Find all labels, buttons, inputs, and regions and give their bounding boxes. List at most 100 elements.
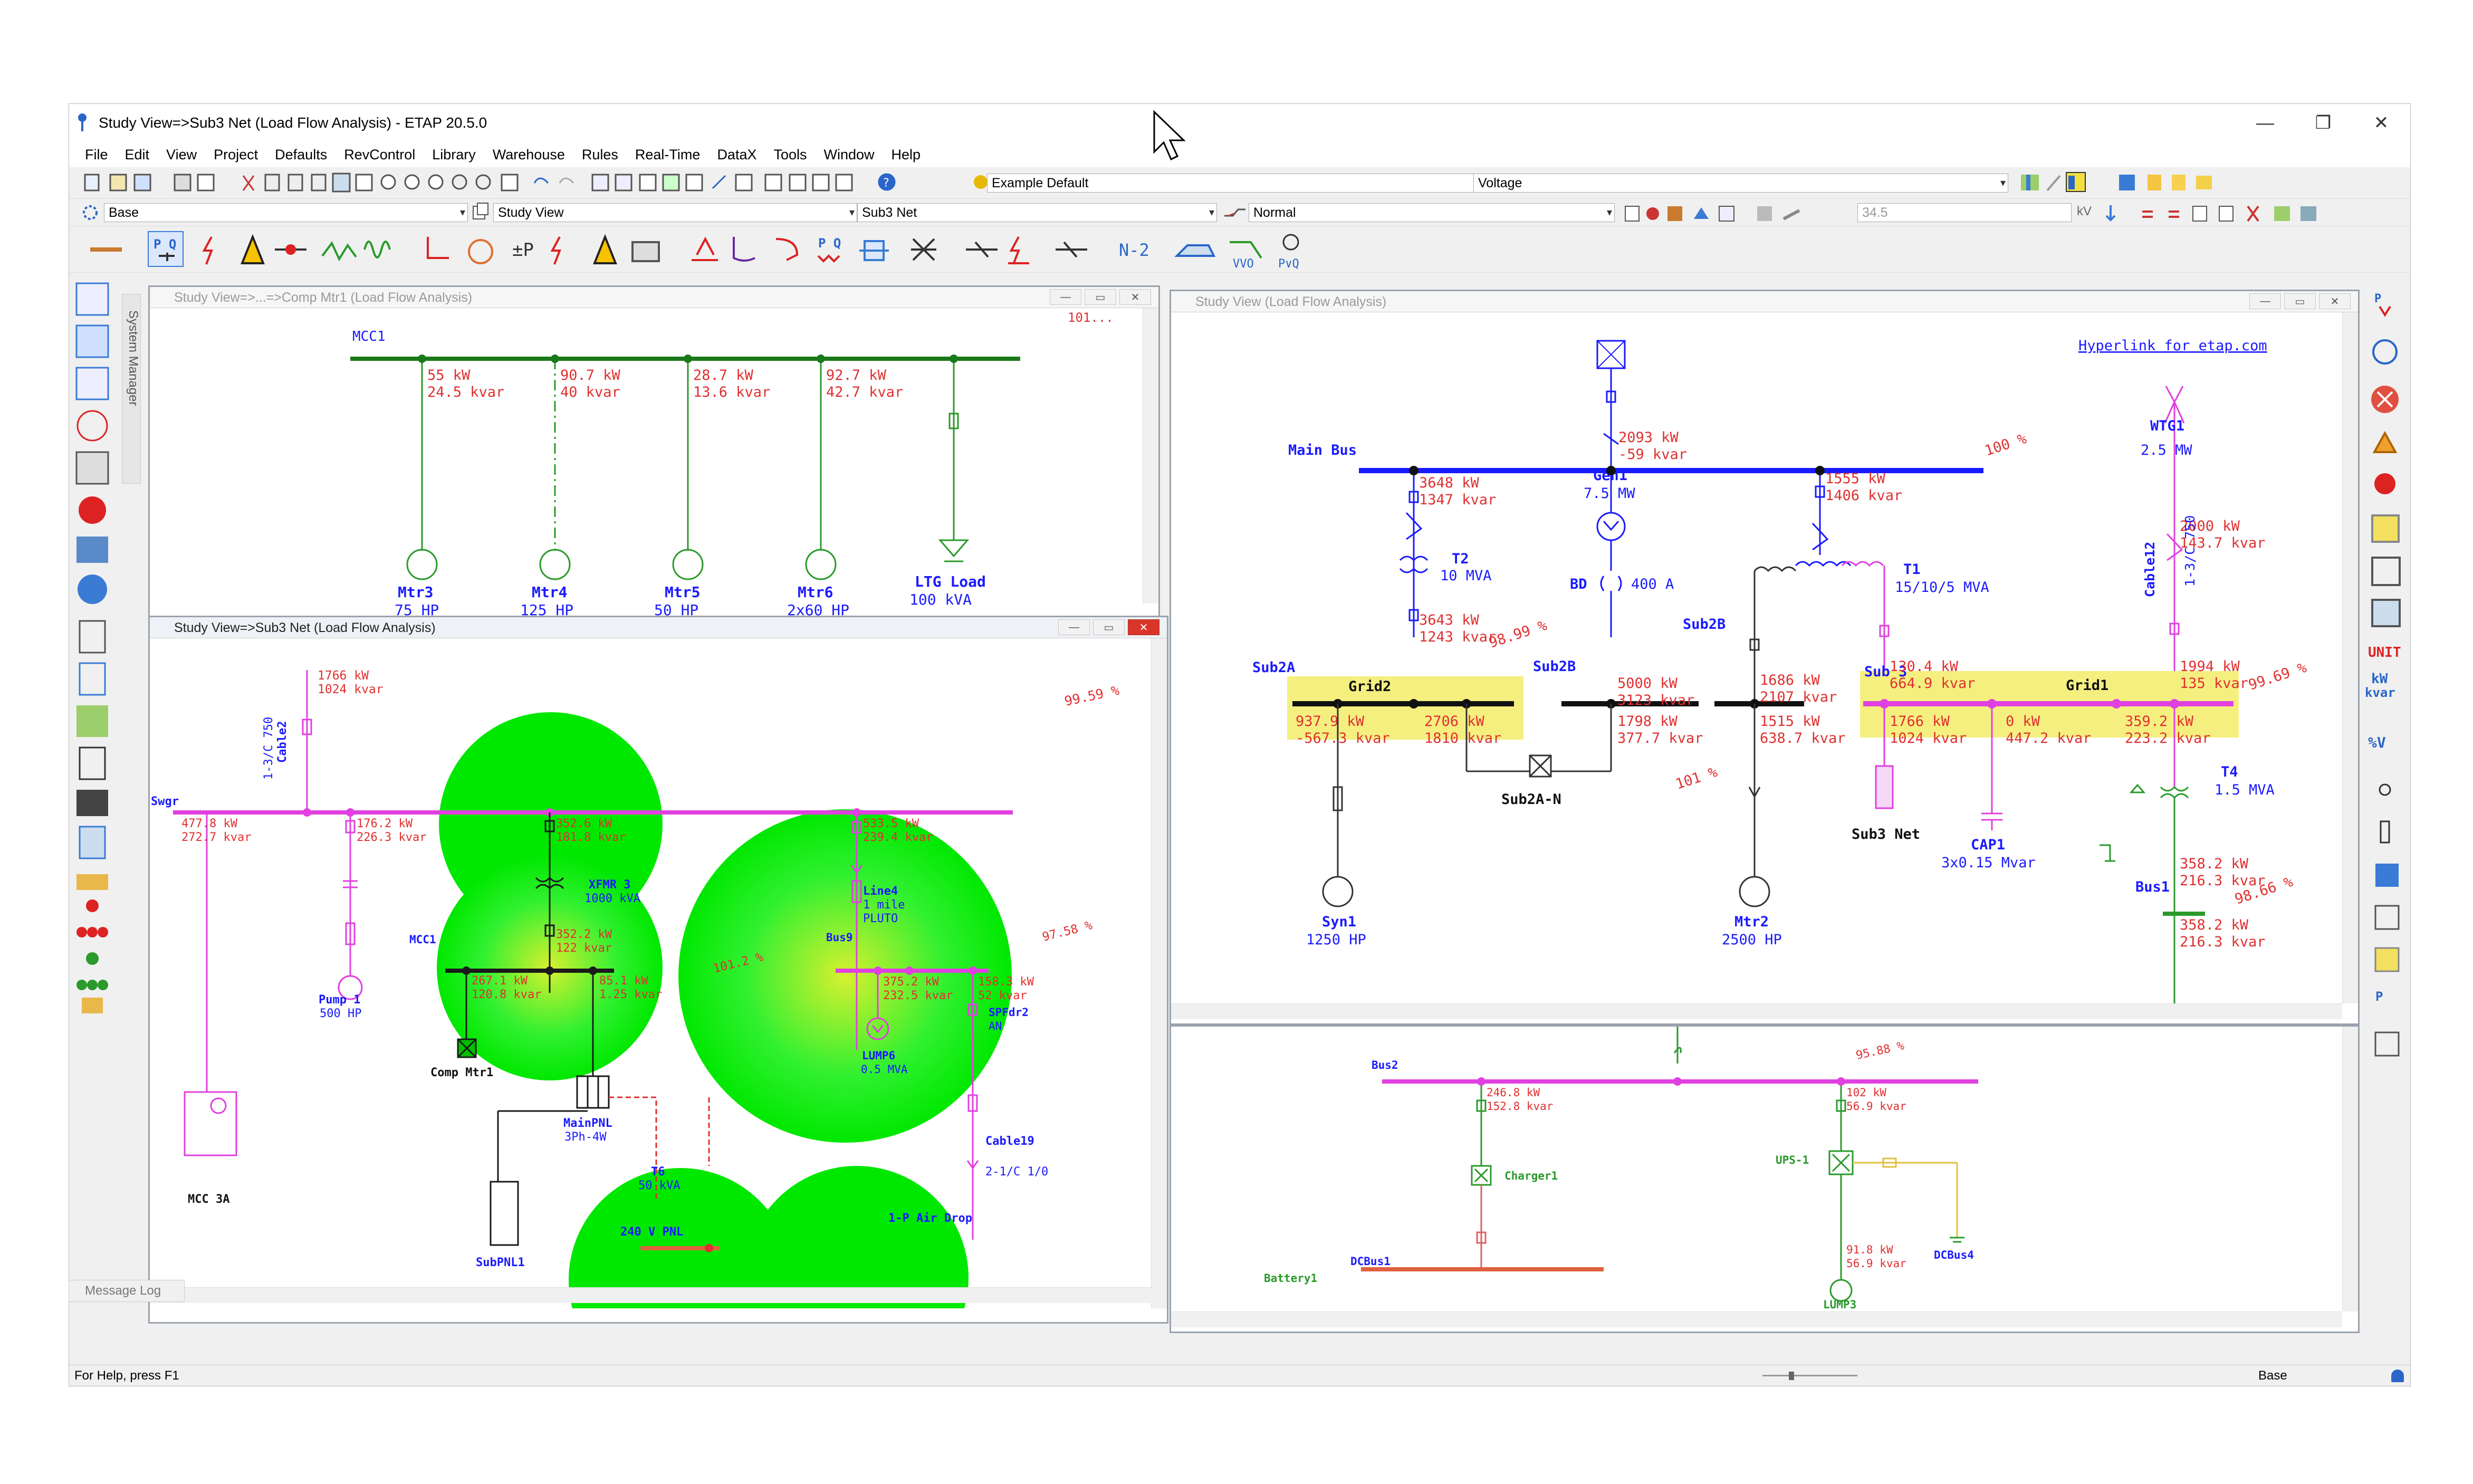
etap-window: Study View=>Sub3 Net (Load Flow Analysis… [69,103,2411,1386]
main-study-vscroll[interactable] [2342,312,2358,1003]
bus1-name: Bus1 [2135,879,2170,895]
sub2b-right-kw1: 1686 kW [1760,672,1820,688]
menu-tools[interactable]: Tools [773,147,807,163]
menu-rules[interactable]: Rules [582,147,618,163]
mcc3a-label: MCC 3A [188,1193,229,1206]
config-combo[interactable]: Normal ▾ [1249,203,1615,222]
standard-toolbar-icons[interactable]: ? [80,167,1071,199]
cable19-name: Cable19 [985,1135,1034,1148]
svg-text:P Q: P Q [154,237,176,252]
comp-mtr1-window-title[interactable]: Study View=>...=>Comp Mtr1 (Load Flow An… [150,287,1158,308]
swgr-flow3-kw: 352.6 kW [556,817,612,830]
comp-mtr1-maximize-button[interactable]: ▭ [1085,289,1116,305]
comp-mtr1-top-voltage: 101... [1068,310,1114,325]
comp-mtr1-vscroll[interactable] [1143,308,1158,604]
menu-realtime[interactable]: Real-Time [635,147,701,163]
presentation-combo[interactable]: Base ▾ [104,203,468,222]
dc-vscroll[interactable] [2342,1027,2358,1311]
v-101-label: 101 % [1674,764,1720,793]
utility-kvar: -59 kvar [1618,446,1687,463]
t4-name: T4 [2221,764,2238,780]
menu-defaults[interactable]: Defaults [275,147,327,163]
close-button[interactable]: ✕ [2352,104,2410,142]
t1-kvar: 1406 kvar [1825,487,1902,504]
t2-lo-kw: 3643 kW [1419,612,1480,628]
dc-hscroll[interactable] [1171,1311,2342,1327]
comp-mtr1-window[interactable]: Study View=>...=>Comp Mtr1 (Load Flow An… [148,285,1160,623]
sub3-net-window-title[interactable]: Study View=>Sub3 Net (Load Flow Analysis… [150,617,1167,638]
main-study-minimize-button[interactable]: — [2249,293,2281,309]
comp-mtr1-diagram[interactable]: 101... MCC1 55 kW 24.5 kvar 90.7 kW 40 k… [150,308,1142,623]
bus9-label: Bus9 [826,931,853,944]
sub2a-n-label: Sub2A-N [1501,791,1561,808]
minimize-button[interactable]: — [2236,104,2294,142]
t1-kw: 1555 kW [1825,471,1886,487]
library-combo[interactable]: Example Default▾ [987,174,1483,193]
main-study-maximize-button[interactable]: ▭ [2284,293,2316,309]
t2-kw: 3648 kW [1419,475,1480,491]
menu-warehouse[interactable]: Warehouse [493,147,565,163]
dc-flow2-kvar: 56.9 kvar [1846,1100,1906,1113]
notification-bell-icon[interactable] [2391,1370,2404,1382]
dc-flow1-kw: 246.8 kW [1487,1086,1540,1099]
comp-mtr1-minimize-button[interactable]: — [1050,289,1081,305]
gen1-rating: 7.5 MW [1584,485,1635,502]
dc-study-diagram[interactable]: Bus2 95.88 % 246.8 kW 152.8 kvar 102 kW … [1171,1027,2342,1311]
dcbus4-label: DCBus4 [1934,1249,1974,1261]
dc-flow2-kw: 102 kW [1846,1086,1886,1099]
t4-rating: 1.5 MVA [2215,782,2275,798]
study-mode-icons[interactable]: P Q ±P P Q N-2 VVO P∨Q [69,226,1620,273]
n2-label: N-2 [1119,240,1149,260]
mtr2-rating: 2500 HP [1722,932,1782,948]
sub3-maximize-button[interactable]: ▭ [1093,619,1125,635]
main-study-hscroll[interactable] [1171,1003,2342,1019]
pump1-name: Pump 1 [319,993,360,1007]
display-tools-icons[interactable] [2016,167,2227,199]
sub3-net-diagram[interactable]: 99.59 % 1766 kW 1024 kvar 1-3/C 750 Cabl… [150,638,1152,1308]
grid1-bot-kw1: 1766 kW [1890,713,1950,730]
wtg1-rating: 2.5 MW [2141,442,2192,458]
menu-library[interactable]: Library [432,147,476,163]
xfmr3-kvar: 122 kvar [556,942,612,955]
cable2-spec: 1-3/C 750 [262,717,275,780]
maximize-button[interactable]: ❐ [2294,104,2352,142]
sub3-hscroll[interactable] [150,1287,1152,1303]
grid1-bot-kvar2: 447.2 kvar [2006,730,2092,746]
right-sidebar-icons[interactable]: P UNIT kW kvar %V P [2364,283,2411,1338]
sub3-net-window[interactable]: Study View=>Sub3 Net (Load Flow Analysis… [148,616,1168,1324]
sub3-close-button[interactable]: ✕ [1128,619,1159,635]
swgr-flow3-kvar: 181.8 kvar [556,831,626,844]
menu-bar: File Edit View Project Defaults RevContr… [69,142,2410,167]
menu-file[interactable]: File [85,147,108,163]
network-combo[interactable]: Sub3 Net ▾ [857,203,1217,222]
sub3-vscroll[interactable] [1151,638,1167,1308]
mcc1-bus-label: MCC1 [352,329,386,344]
sub3-minimize-button[interactable]: — [1058,619,1090,635]
main-study-close-button[interactable]: ✕ [2319,293,2351,309]
menu-window[interactable]: Window [824,147,875,163]
kv-input[interactable]: 34.5 [1857,203,2072,222]
system-manager-tab[interactable]: System Manager [122,294,141,484]
message-log-tab[interactable]: Message Log [69,1280,185,1302]
menu-datax[interactable]: DataX [717,147,756,163]
dc-study-window[interactable]: Bus2 95.88 % 246.8 kW 152.8 kvar 102 kW … [1170,1025,2360,1333]
comp-mtr1-close-button[interactable]: ✕ [1119,289,1151,305]
main-study-window-title[interactable]: Study View (Load Flow Analysis) [1171,291,2358,312]
kv-tools-icons[interactable] [2100,200,2395,226]
menu-help[interactable]: Help [892,147,921,163]
main-study-diagram[interactable]: Hyperlink for etap.com 2093 kW -59 kvar … [1171,312,2342,1003]
menu-edit[interactable]: Edit [125,147,150,163]
display-combo[interactable]: Voltage ▾ [1473,174,2008,193]
zoom-slider[interactable] [1762,1372,1857,1380]
main-bus-voltage: 100 % [1983,430,2029,459]
grid1-bot-kvar1: 1024 kvar [1890,730,1967,746]
config-tools-icons[interactable] [1620,200,1852,226]
menu-view[interactable]: View [166,147,197,163]
cable19-spec: 2-1/C 1/0 [985,1165,1048,1179]
grid2-kvar2: 1810 kvar [1424,730,1501,746]
menu-revcontrol[interactable]: RevControl [344,147,415,163]
main-study-window[interactable]: Study View (Load Flow Analysis) — ▭ ✕ Hy… [1170,290,2360,1025]
study-combo[interactable]: Study View ▾ [493,203,857,222]
menu-project[interactable]: Project [214,147,258,163]
subpnl-label: SubPNL1 [476,1256,525,1269]
